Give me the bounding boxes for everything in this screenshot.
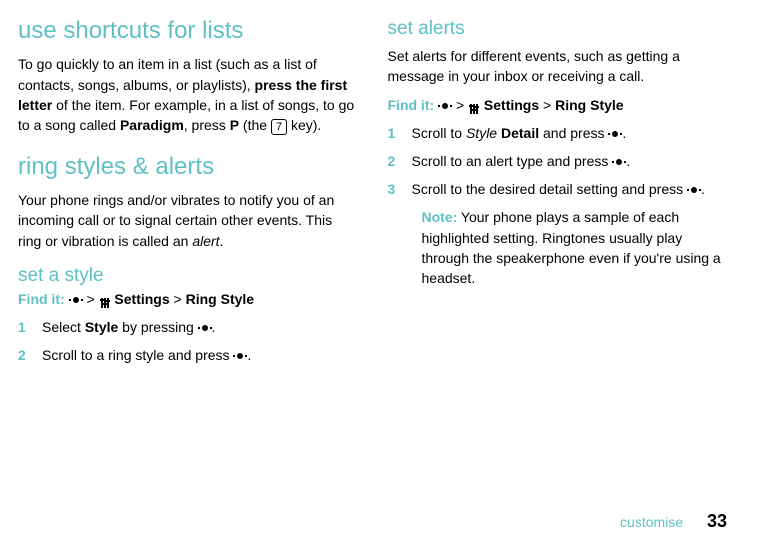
left-column: use shortcuts for lists To go quickly to… — [18, 18, 358, 373]
text: Scroll to a ring style and press — [42, 347, 233, 363]
text: and press — [539, 125, 608, 141]
text-bold: P — [230, 117, 239, 133]
text: . — [626, 153, 630, 169]
nav-key-icon — [233, 351, 247, 361]
heading-set-alerts: set alerts — [388, 18, 728, 40]
footer: customise 33 — [620, 511, 727, 532]
heading-set-a-style: set a style — [18, 265, 358, 287]
text: . — [622, 125, 626, 141]
step-1-right: 1Scroll to Style Detail and press . — [388, 123, 728, 143]
gt: > — [86, 291, 94, 307]
step-3-right: 3Scroll to the desired detail setting an… — [388, 179, 728, 199]
step-1-left: 1Select Style by pressing . — [18, 317, 358, 337]
step-number: 2 — [18, 345, 42, 365]
footer-section-name: customise — [620, 514, 683, 530]
text: key). — [287, 117, 321, 133]
text: by pressing — [118, 319, 197, 335]
gt: > — [543, 97, 551, 113]
step-number: 3 — [388, 179, 412, 199]
text: . — [212, 319, 216, 335]
find-it-path-right: Find it: > Settings > Ring Style — [388, 97, 728, 113]
text: Select — [42, 319, 85, 335]
keycap-7: 7 — [271, 119, 287, 135]
text: Your phone plays a sample of each highli… — [422, 209, 721, 286]
text-bold: Detail — [497, 125, 539, 141]
text: . — [701, 181, 705, 197]
text-bold: Style — [85, 319, 118, 335]
find-it-path-left: Find it: > Settings > Ring Style — [18, 291, 358, 307]
path-ring-style: Ring Style — [555, 97, 623, 113]
step-number: 1 — [388, 123, 412, 143]
heading-use-shortcuts: use shortcuts for lists — [18, 18, 358, 44]
find-it-label: Find it: — [18, 291, 65, 307]
text-italic: Style — [466, 125, 497, 141]
note-paragraph: Note: Your phone plays a sample of each … — [388, 207, 728, 288]
settings-icon — [99, 294, 111, 306]
nav-key-icon — [198, 323, 212, 333]
text: , press — [184, 117, 230, 133]
path-ring-style: Ring Style — [186, 291, 254, 307]
path-settings: Settings — [484, 97, 539, 113]
nav-key-icon — [608, 129, 622, 139]
gt: > — [456, 97, 464, 113]
heading-ring-styles: ring styles & alerts — [18, 154, 358, 180]
text-italic: alert — [192, 233, 219, 249]
text: Scroll to the desired detail setting and… — [412, 181, 688, 197]
settings-icon — [468, 100, 480, 112]
step-2-left: 2Scroll to a ring style and press . — [18, 345, 358, 365]
nav-key-icon — [687, 185, 701, 195]
ring-paragraph: Your phone rings and/or vibrates to noti… — [18, 190, 358, 251]
text: . — [247, 347, 251, 363]
alerts-paragraph: Set alerts for different events, such as… — [388, 46, 728, 87]
page: use shortcuts for lists To go quickly to… — [0, 0, 757, 373]
right-column: set alerts Set alerts for different even… — [388, 18, 728, 373]
step-2-right: 2Scroll to an alert type and press . — [388, 151, 728, 171]
gt: > — [174, 291, 182, 307]
shortcuts-paragraph: To go quickly to an item in a list (such… — [18, 54, 358, 135]
text: Scroll to an alert type and press — [412, 153, 613, 169]
find-it-label: Find it: — [388, 97, 435, 113]
path-settings: Settings — [114, 291, 169, 307]
step-number: 2 — [388, 151, 412, 171]
nav-key-icon — [438, 101, 452, 111]
note-label: Note: — [422, 209, 458, 225]
text: Your phone rings and/or vibrates to noti… — [18, 192, 334, 249]
nav-key-icon — [69, 295, 83, 305]
page-number: 33 — [707, 511, 727, 531]
text: (the — [239, 117, 271, 133]
step-number: 1 — [18, 317, 42, 337]
text: Scroll to — [412, 125, 466, 141]
text: . — [220, 233, 224, 249]
text-bold: Paradigm — [120, 117, 184, 133]
nav-key-icon — [612, 157, 626, 167]
